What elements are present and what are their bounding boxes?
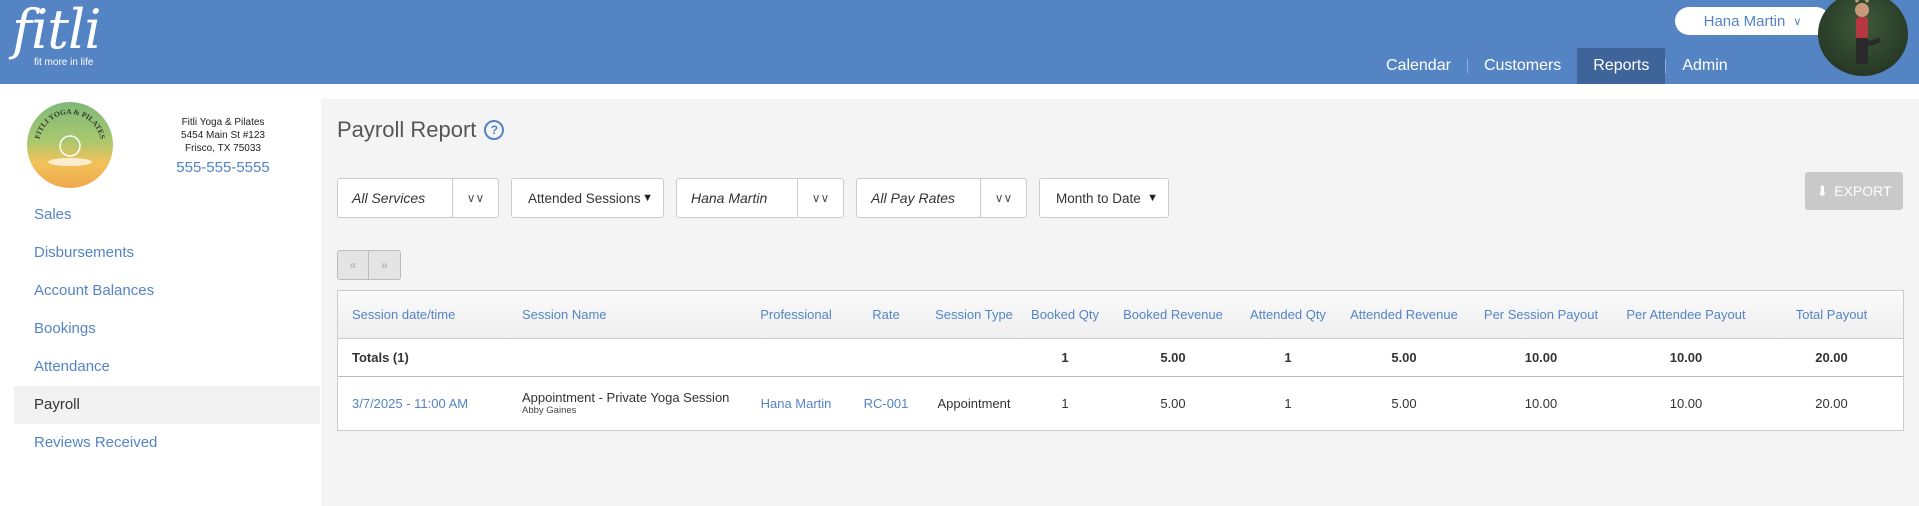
business-info: Fitli Yoga & Pilates 5454 Main St #123 F…: [150, 116, 296, 179]
attended-qty: 1: [1284, 395, 1292, 411]
total-payout: 20.00: [1815, 395, 1848, 411]
double-chevron-down-icon[interactable]: ∨∨: [980, 179, 1026, 217]
totals-per-attendee-payout: 10.00: [1612, 338, 1760, 377]
col-per-attendee-payout[interactable]: Per Attendee Payout: [1612, 291, 1760, 339]
payroll-table: Session date/time Session Name Professio…: [337, 290, 1904, 431]
page-title: Payroll Report ?: [337, 117, 505, 143]
sidebar-item-bookings[interactable]: Bookings: [14, 310, 320, 348]
pay-rates-filter[interactable]: All Pay Rates ∨∨: [856, 178, 1027, 218]
col-session-type[interactable]: Session Type: [926, 291, 1022, 339]
sidebar-item-sales[interactable]: Sales: [14, 196, 320, 234]
export-label: EXPORT: [1834, 183, 1892, 199]
nav-calendar[interactable]: Calendar: [1370, 48, 1467, 84]
nav-admin[interactable]: Admin: [1666, 48, 1743, 84]
col-booked-revenue[interactable]: Booked Revenue: [1108, 291, 1238, 339]
per-attendee-payout: 10.00: [1669, 395, 1703, 411]
pager: « »: [337, 250, 401, 280]
sidebar-item-account-balances[interactable]: Account Balances: [14, 272, 320, 310]
chevron-down-icon: ▼: [1147, 192, 1158, 204]
col-booked-qty[interactable]: Booked Qty: [1022, 291, 1108, 339]
col-attended-revenue[interactable]: Attended Revenue: [1338, 291, 1470, 339]
report-menu: Sales Disbursements Account Balances Boo…: [14, 196, 320, 462]
download-icon: ⬇: [1816, 182, 1829, 199]
prev-page-button[interactable]: «: [337, 250, 369, 280]
services-filter[interactable]: All Services ∨∨: [337, 178, 499, 218]
attended-revenue: 5.00: [1391, 395, 1417, 411]
svg-text:FITLI YOGA & PILATES: FITLI YOGA & PILATES: [33, 107, 108, 140]
booked-qty: 1: [1061, 395, 1069, 411]
chevron-double-down-icon: ∨: [1793, 15, 1802, 28]
empty-cell: [508, 338, 746, 377]
user-menu-button[interactable]: Hana Martin ∨: [1675, 7, 1830, 35]
business-logo: FITLI YOGA & PILATES: [27, 102, 113, 188]
chevron-down-icon: ▼: [642, 192, 653, 204]
session-datetime-link[interactable]: 3/7/2025 - 11:00 AM: [338, 376, 508, 430]
question-circle-icon[interactable]: ?: [484, 120, 505, 140]
rate-link[interactable]: RC-001: [846, 376, 926, 430]
sidebar-item-reviews-received[interactable]: Reviews Received: [14, 424, 320, 462]
col-total-payout[interactable]: Total Payout: [1760, 291, 1903, 339]
business-name: Fitli Yoga & Pilates: [181, 117, 265, 128]
report-content: Payroll Report ? All Services ∨∨ Attende…: [321, 99, 1919, 506]
col-per-session-payout[interactable]: Per Session Payout: [1470, 291, 1612, 339]
col-session-datetime[interactable]: Session date/time: [338, 291, 508, 339]
col-session-name[interactable]: Session Name: [508, 291, 746, 339]
next-page-button[interactable]: »: [369, 250, 401, 280]
session-type: Appointment: [937, 395, 1011, 411]
sidebar: FITLI YOGA & PILATES Fitli Yoga & Pilate…: [0, 84, 320, 506]
sessions-select[interactable]: Attended Sessions ▼: [511, 178, 664, 218]
sidebar-item-attendance[interactable]: Attendance: [14, 348, 320, 386]
nav-customers[interactable]: Customers: [1468, 48, 1577, 84]
totals-booked-revenue: 5.00: [1108, 338, 1238, 377]
booked-revenue: 5.00: [1160, 395, 1186, 411]
col-professional[interactable]: Professional: [746, 291, 846, 339]
per-session-payout: 10.00: [1524, 395, 1558, 411]
col-rate[interactable]: Rate: [846, 291, 926, 339]
attendee-name: Abby Gaines: [522, 405, 577, 417]
professional-filter[interactable]: Hana Martin ∨∨: [676, 178, 844, 218]
totals-booked-qty: 1: [1022, 338, 1108, 377]
sidebar-item-disbursements[interactable]: Disbursements: [14, 234, 320, 272]
table-header-row: Session date/time Session Name Professio…: [338, 291, 1903, 339]
session-name: Appointment - Private Yoga Session: [522, 390, 730, 406]
totals-total-payout: 20.00: [1760, 338, 1903, 377]
sidebar-item-payroll[interactable]: Payroll: [14, 386, 320, 424]
double-chevron-down-icon[interactable]: ∨∨: [797, 179, 843, 217]
user-name: Hana Martin: [1703, 12, 1786, 30]
business-logo-text: FITLI YOGA & PILATES: [33, 107, 108, 140]
services-filter-label: All Services: [352, 190, 426, 206]
business-address-line1: 5454 Main St #123: [181, 130, 265, 141]
period-select-value: Month to Date: [1056, 190, 1141, 206]
professional-link[interactable]: Hana Martin: [746, 376, 846, 430]
fitli-logo[interactable]: fitli fit more in life: [12, 0, 101, 69]
business-address-line2: Frisco, TX 75033: [185, 143, 261, 154]
logo-tagline: fit more in life: [34, 57, 94, 68]
professional-filter-label: Hana Martin: [691, 190, 768, 206]
totals-row: Totals (1) 1 5.00 1 5.00 10.00 10.00 20.…: [338, 338, 1903, 377]
totals-label: Totals (1): [338, 338, 508, 377]
business-phone[interactable]: 555-555-5555: [150, 157, 296, 179]
double-chevron-down-icon[interactable]: ∨∨: [452, 179, 498, 217]
sessions-select-value: Attended Sessions: [528, 190, 641, 206]
totals-attended-revenue: 5.00: [1338, 338, 1470, 377]
empty-cell: [746, 338, 846, 377]
col-attended-qty[interactable]: Attended Qty: [1238, 291, 1338, 339]
user-avatar[interactable]: [1818, 0, 1908, 76]
pay-rates-filter-label: All Pay Rates: [871, 190, 956, 206]
nav-reports[interactable]: Reports: [1577, 48, 1666, 84]
table-row: 3/7/2025 - 11:00 AM Appointment - Privat…: [338, 376, 1903, 430]
session-name-cell: Appointment - Private Yoga Session Abby …: [508, 376, 746, 430]
totals-per-session-payout: 10.00: [1470, 338, 1612, 377]
page-title-text: Payroll Report: [337, 117, 477, 142]
totals-attended-qty: 1: [1238, 338, 1338, 377]
export-button[interactable]: ⬇ EXPORT: [1805, 172, 1903, 210]
top-header: fitli fit more in life Hana Martin ∨ Cal…: [0, 0, 1919, 84]
logo-word: fitli: [12, 0, 101, 61]
main-nav: Calendar Customers Reports Admin: [1370, 48, 1744, 84]
empty-cell: [926, 338, 1022, 377]
empty-cell: [846, 338, 926, 377]
period-select[interactable]: Month to Date ▼: [1039, 178, 1169, 218]
